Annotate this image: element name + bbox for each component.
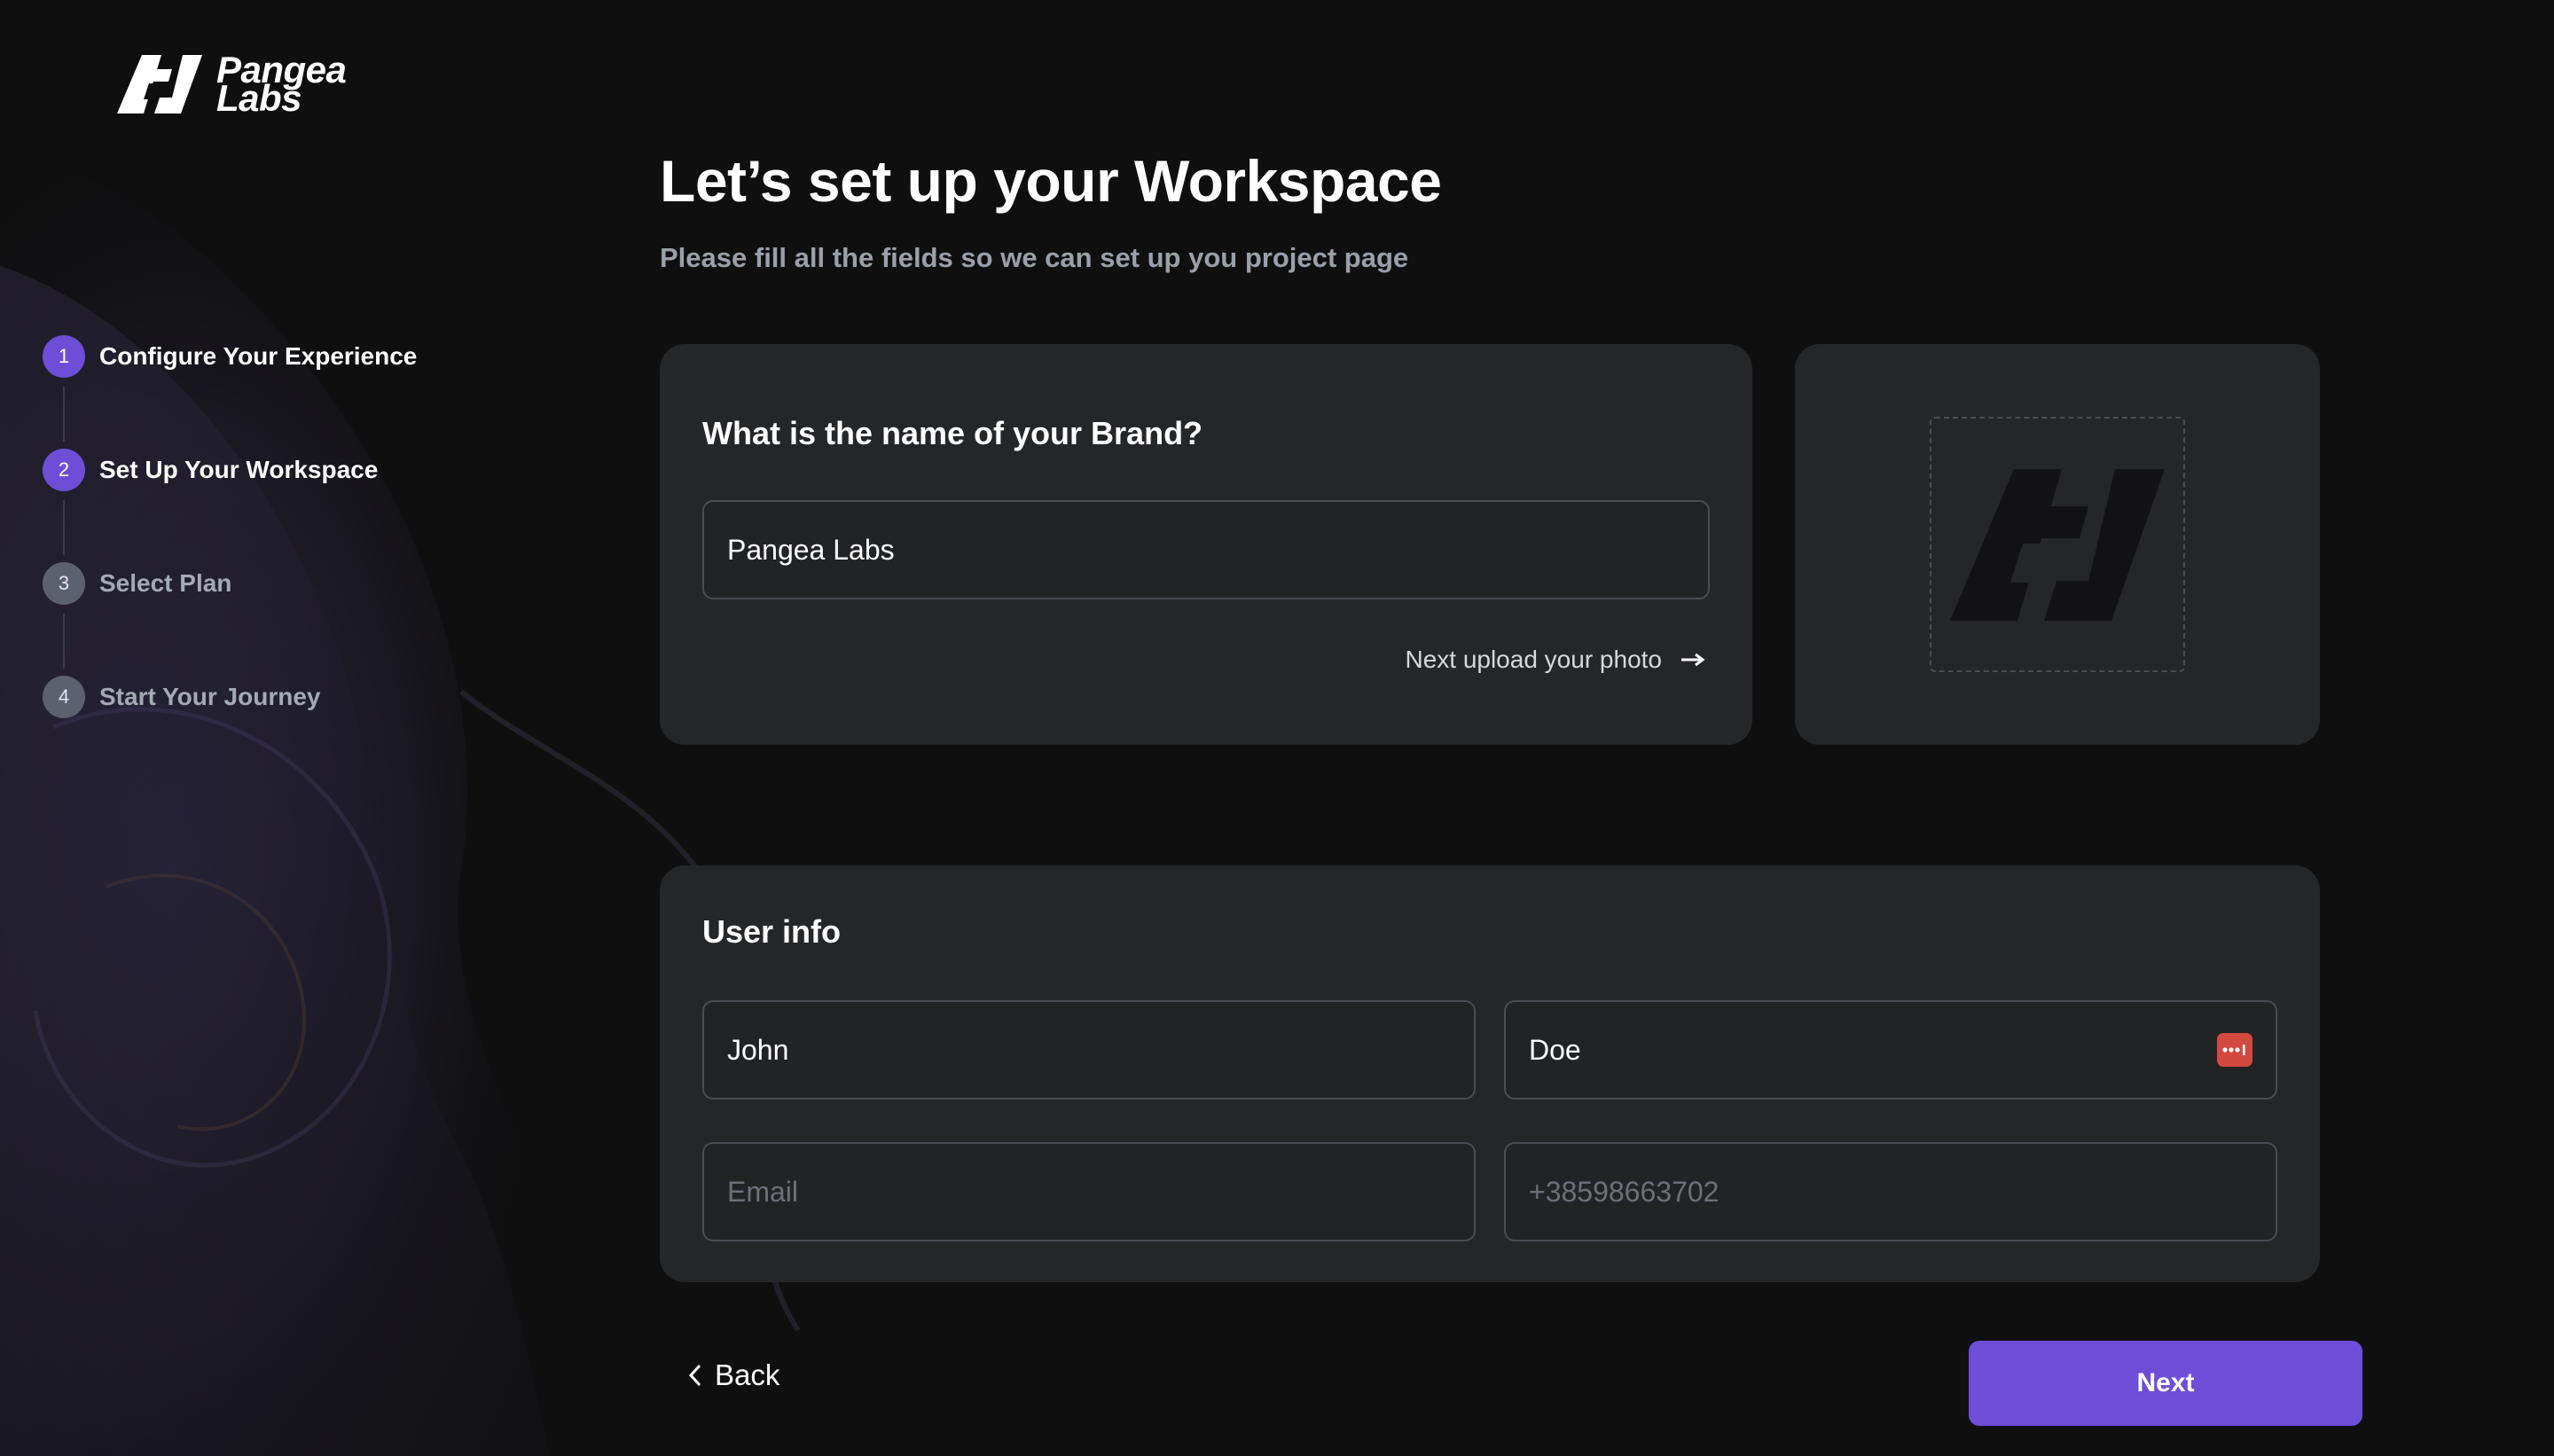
step-number: 3 [43,562,85,605]
step-connector [63,387,65,442]
step-label: Select Plan [99,569,232,597]
page-title: Let’s set up your Workspace [660,148,1442,214]
step-start-journey[interactable]: 4 Start Your Journey [43,676,417,718]
brand-name-field[interactable] [702,500,1710,599]
step-connector [63,614,65,669]
brand-name-input[interactable] [727,533,1685,567]
step-number: 2 [43,449,85,491]
step-set-up-workspace[interactable]: 2 Set Up Your Workspace [43,449,417,555]
page-subtitle: Please fill all the fields so we can set… [660,242,1409,273]
brand-name-card: What is the name of your Brand? Next upl… [660,344,1752,745]
dots-cursor-icon [2222,1045,2245,1055]
onboarding-stepper: 1 Configure Your Experience 2 Set Up You… [43,335,417,718]
setup-page: Pangea Labs 1 Configure Your Experience … [0,0,2554,1456]
phone-field[interactable] [1504,1142,2277,1241]
logo-preview-icon [1950,468,2165,621]
back-label: Back [715,1358,780,1391]
chevron-left-icon [688,1364,701,1387]
email-input[interactable] [727,1175,1451,1209]
step-label: Configure Your Experience [99,342,418,370]
last-name-input[interactable] [1529,1033,2208,1067]
next-button[interactable]: Next [1969,1341,2362,1426]
brand-question-heading: What is the name of your Brand? [702,415,1203,451]
user-info-heading: User info [702,913,842,950]
next-upload-photo-link[interactable]: Next upload your photo [1405,646,1706,674]
phone-input[interactable] [1529,1175,2252,1209]
step-configure-experience[interactable]: 1 Configure Your Experience [43,335,418,442]
brand-logo[interactable]: Pangea Labs [115,51,347,117]
step-connector [63,500,65,555]
step-label: Set Up Your Workspace [99,456,379,483]
pangea-logo-icon [117,55,202,114]
photo-upload-card [1795,344,2320,745]
step-select-plan[interactable]: 3 Select Plan [43,562,417,669]
arrow-right-icon [1681,653,1705,667]
step-number: 4 [43,676,85,718]
password-manager-icon[interactable] [2217,1033,2252,1067]
upload-link-label: Next upload your photo [1405,646,1662,673]
last-name-field[interactable] [1504,1000,2277,1100]
step-label: Start Your Journey [99,683,321,710]
step-number: 1 [43,335,85,378]
brand-name: Pangea Labs [216,51,347,117]
photo-dropzone[interactable] [1930,417,2185,672]
first-name-field[interactable] [702,1000,1476,1100]
back-button[interactable]: Back [688,1358,780,1392]
email-field[interactable] [702,1142,1476,1241]
user-info-card: User info [660,865,2320,1282]
first-name-input[interactable] [727,1033,1451,1067]
